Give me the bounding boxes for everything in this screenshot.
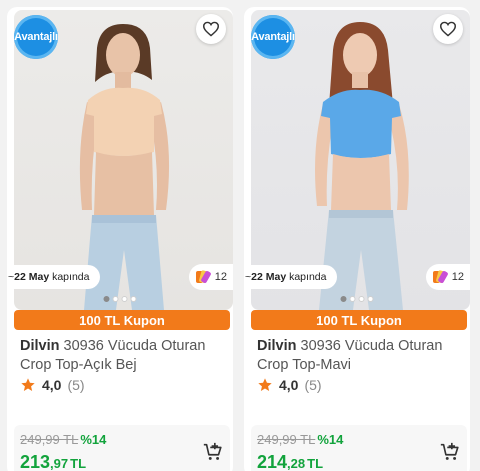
coupon-banner[interactable]: 100 TL Kupon bbox=[251, 310, 467, 330]
price-decimal: ,28 bbox=[287, 456, 306, 471]
rating: 4,0 (5) bbox=[20, 377, 85, 393]
pager-dot[interactable] bbox=[340, 296, 347, 302]
image-pager[interactable] bbox=[340, 296, 374, 302]
product-card[interactable]: Avantajlı ~22 May kapında 12 100 TL Kupo… bbox=[244, 7, 470, 471]
price-integer: 213 bbox=[20, 452, 51, 471]
advantage-badge-label: Avantajlı bbox=[14, 31, 58, 43]
delivery-suffix: kapında bbox=[289, 271, 327, 283]
rating-score: 4,0 bbox=[42, 377, 62, 393]
pager-dot[interactable] bbox=[121, 296, 128, 302]
variant-count[interactable]: 12 bbox=[188, 264, 233, 290]
add-to-cart-button[interactable] bbox=[202, 441, 224, 463]
current-price: 213,97 TL bbox=[20, 452, 86, 471]
color-swatch-icon bbox=[432, 270, 448, 283]
variant-count-label: 12 bbox=[214, 271, 227, 283]
delivery-estimate: ~22 May kapında bbox=[7, 265, 101, 289]
discount-percent: %14 bbox=[317, 432, 344, 447]
color-swatch-icon bbox=[195, 270, 211, 283]
rating: 4,0 (5) bbox=[257, 377, 322, 393]
old-price-row: 249,99 TL %14 bbox=[20, 432, 106, 447]
add-to-cart-button[interactable] bbox=[439, 441, 461, 463]
heart-icon bbox=[439, 21, 457, 37]
advantage-badge-label: Avantajlı bbox=[251, 31, 295, 43]
rating-score: 4,0 bbox=[279, 377, 299, 393]
star-icon bbox=[21, 378, 35, 391]
pager-dot[interactable] bbox=[358, 296, 365, 302]
pager-dot[interactable] bbox=[112, 296, 119, 302]
favorite-button[interactable] bbox=[196, 14, 226, 44]
delivery-estimate: ~22 May kapında bbox=[244, 265, 338, 289]
delivery-date: 22 May bbox=[251, 271, 287, 283]
star-icon bbox=[258, 378, 272, 391]
image-pager[interactable] bbox=[103, 296, 137, 302]
pager-dot[interactable] bbox=[349, 296, 356, 302]
coupon-label: 100 TL Kupon bbox=[79, 312, 165, 328]
old-price: 249,99 TL bbox=[257, 432, 316, 447]
heart-icon bbox=[202, 21, 220, 37]
variant-count-label: 12 bbox=[451, 271, 464, 283]
delivery-suffix: kapında bbox=[52, 271, 90, 283]
product-brand: Dilvin bbox=[257, 338, 297, 354]
price-currency: TL bbox=[307, 456, 324, 471]
advantage-badge: Avantajlı bbox=[14, 15, 58, 59]
pager-dot[interactable] bbox=[130, 296, 137, 302]
rating-count: (5) bbox=[67, 377, 85, 393]
advantage-badge: Avantajlı bbox=[251, 15, 295, 59]
product-card[interactable]: Avantajlı ~22 May kapında 12 100 TL Kupo… bbox=[7, 7, 233, 471]
price-integer: 214 bbox=[257, 452, 288, 471]
favorite-button[interactable] bbox=[433, 14, 463, 44]
price-currency: TL bbox=[70, 456, 87, 471]
price-box: 249,99 TL %14 214,28 TL bbox=[251, 425, 467, 471]
delivery-date: 22 May bbox=[14, 271, 50, 283]
pager-dot[interactable] bbox=[367, 296, 374, 302]
add-to-cart-icon bbox=[203, 442, 222, 460]
price-decimal: ,97 bbox=[50, 456, 69, 471]
variant-count[interactable]: 12 bbox=[425, 264, 470, 290]
add-to-cart-icon bbox=[440, 442, 459, 460]
product-title[interactable]: Dilvin 30936 Vücuda Oturan Crop Top-Açık… bbox=[20, 337, 225, 375]
rating-count: (5) bbox=[304, 377, 322, 393]
coupon-banner[interactable]: 100 TL Kupon bbox=[14, 310, 230, 330]
current-price: 214,28 TL bbox=[257, 452, 323, 471]
price-box: 249,99 TL %14 213,97 TL bbox=[14, 425, 230, 471]
discount-percent: %14 bbox=[80, 432, 107, 447]
product-title[interactable]: Dilvin 30936 Vücuda Oturan Crop Top-Mavi bbox=[257, 337, 462, 375]
pager-dot[interactable] bbox=[103, 296, 110, 302]
old-price-row: 249,99 TL %14 bbox=[257, 432, 343, 447]
coupon-label: 100 TL Kupon bbox=[316, 312, 402, 328]
product-brand: Dilvin bbox=[20, 338, 60, 354]
old-price: 249,99 TL bbox=[20, 432, 79, 447]
